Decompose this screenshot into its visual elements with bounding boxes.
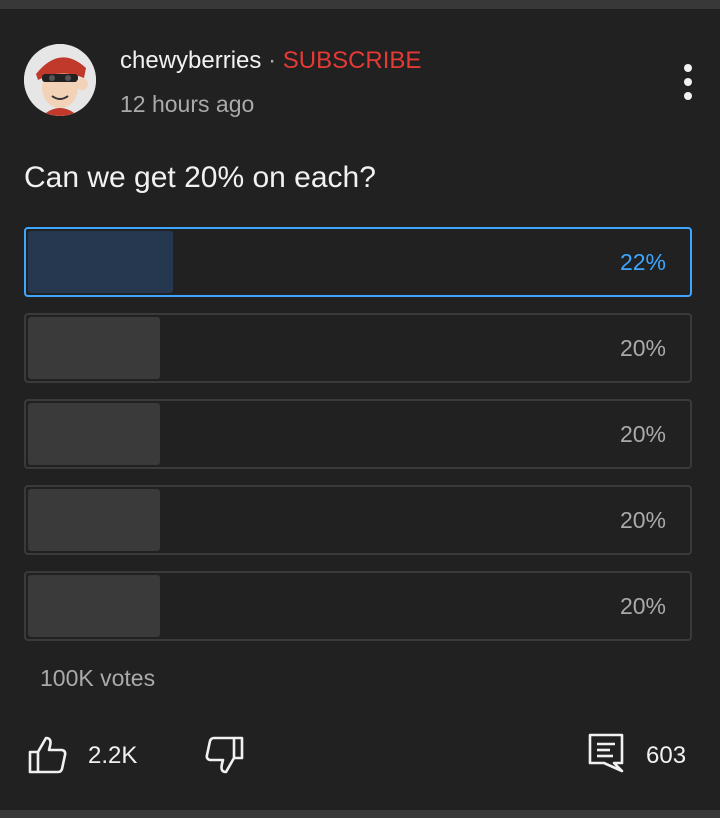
more-vert-icon[interactable] (674, 62, 702, 102)
poll-option[interactable]: 22% (24, 227, 692, 297)
channel-line: chewyberries · SUBSCRIBE (120, 46, 421, 76)
comment-icon[interactable] (588, 733, 624, 773)
poll-option-fill (28, 403, 160, 465)
poll-option-fill (28, 231, 173, 293)
bottom-divider (0, 810, 720, 818)
poll-option[interactable]: 20% (24, 485, 692, 555)
avatar-illustration (24, 44, 96, 116)
channel-name[interactable]: chewyberries (120, 47, 261, 74)
poll-option-percent: 20% (619, 335, 666, 361)
poll-option[interactable]: 20% (24, 571, 692, 641)
thumbs-up-icon[interactable] (28, 736, 68, 774)
top-divider (0, 0, 720, 9)
like-count: 2.2K (88, 742, 138, 769)
poll-option-percent: 20% (619, 421, 666, 447)
vote-count: 100K votes (40, 665, 156, 691)
post-timestamp: 12 hours ago (120, 91, 255, 117)
poll-question: Can we get 20% on each? (24, 161, 376, 194)
thumbs-down-icon[interactable] (204, 736, 244, 774)
poll-option[interactable]: 20% (24, 313, 692, 383)
poll-option-percent: 22% (619, 249, 666, 275)
channel-avatar[interactable] (24, 44, 96, 116)
poll-option-percent: 20% (619, 593, 666, 619)
poll-option-fill (28, 489, 160, 551)
poll-option-percent: 20% (619, 507, 666, 533)
separator-dot: · (268, 47, 277, 74)
poll-option[interactable]: 20% (24, 399, 692, 469)
poll-option-fill (28, 575, 160, 637)
poll-option-fill (28, 317, 160, 379)
comment-count: 603 (646, 742, 687, 769)
subscribe-button[interactable]: SUBSCRIBE (283, 47, 422, 74)
